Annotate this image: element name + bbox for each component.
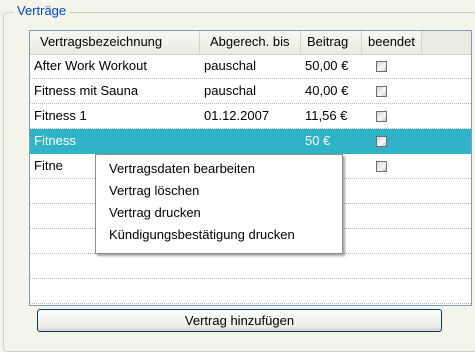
column-header-fee[interactable]: Beitrag [301, 31, 362, 53]
column-header-name[interactable]: Vertragsbezeichnung [30, 31, 200, 53]
menu-item-print-contract[interactable]: Vertrag drucken [109, 203, 201, 223]
table-header: Vertragsbezeichnung Abgerech. bis Beitra… [30, 31, 471, 55]
menu-item-delete-contract[interactable]: Vertrag löschen [109, 181, 199, 201]
cell-name: Fitness [34, 133, 76, 148]
cell-name: Fitness 1 [34, 108, 87, 123]
ended-checkbox[interactable] [376, 61, 387, 72]
cell-billed-until: 01.12.2007 [204, 108, 270, 123]
cell-billed-until [200, 129, 301, 153]
ended-checkbox[interactable] [376, 111, 387, 122]
empty-row [30, 279, 471, 304]
group-title: Verträge [14, 3, 70, 18]
add-contract-button[interactable]: Vertrag hinzufügen [37, 309, 442, 332]
cell-fee: 50 € [305, 133, 331, 148]
cell-billed-until: pauschal [204, 58, 257, 73]
context-menu: Vertragsdaten bearbeiten Vertrag löschen… [95, 154, 343, 254]
cell-name: After Work Workout [34, 58, 147, 73]
column-header-billed-until[interactable]: Abgerech. bis [200, 31, 301, 53]
cell-fee: 50,00 € [305, 58, 349, 73]
menu-item-edit-contract[interactable]: Vertragsdaten bearbeiten [109, 159, 255, 179]
table-row-selected[interactable]: Fitness 50 € [30, 129, 471, 154]
column-header-ended[interactable]: beendet [362, 31, 422, 53]
table-row[interactable]: Fitness mit Sauna pauschal 40,00 € [30, 79, 471, 104]
ended-checkbox[interactable] [376, 136, 387, 147]
cell-fee: 40,00 € [305, 83, 349, 98]
cell-name: Fitness mit Sauna [34, 83, 139, 98]
empty-row [30, 254, 471, 279]
menu-item-print-cancellation[interactable]: Kündigungsbestätigung drucken [109, 225, 295, 245]
ended-checkbox[interactable] [376, 161, 387, 172]
cell-fee: 11,56 € [305, 108, 348, 123]
cell-billed-until: pauschal [204, 83, 257, 98]
table-row[interactable]: Fitness 1 01.12.2007 11,56 € [30, 104, 471, 129]
table-row[interactable]: After Work Workout pauschal 50,00 € [30, 54, 471, 79]
ended-checkbox[interactable] [376, 86, 387, 97]
